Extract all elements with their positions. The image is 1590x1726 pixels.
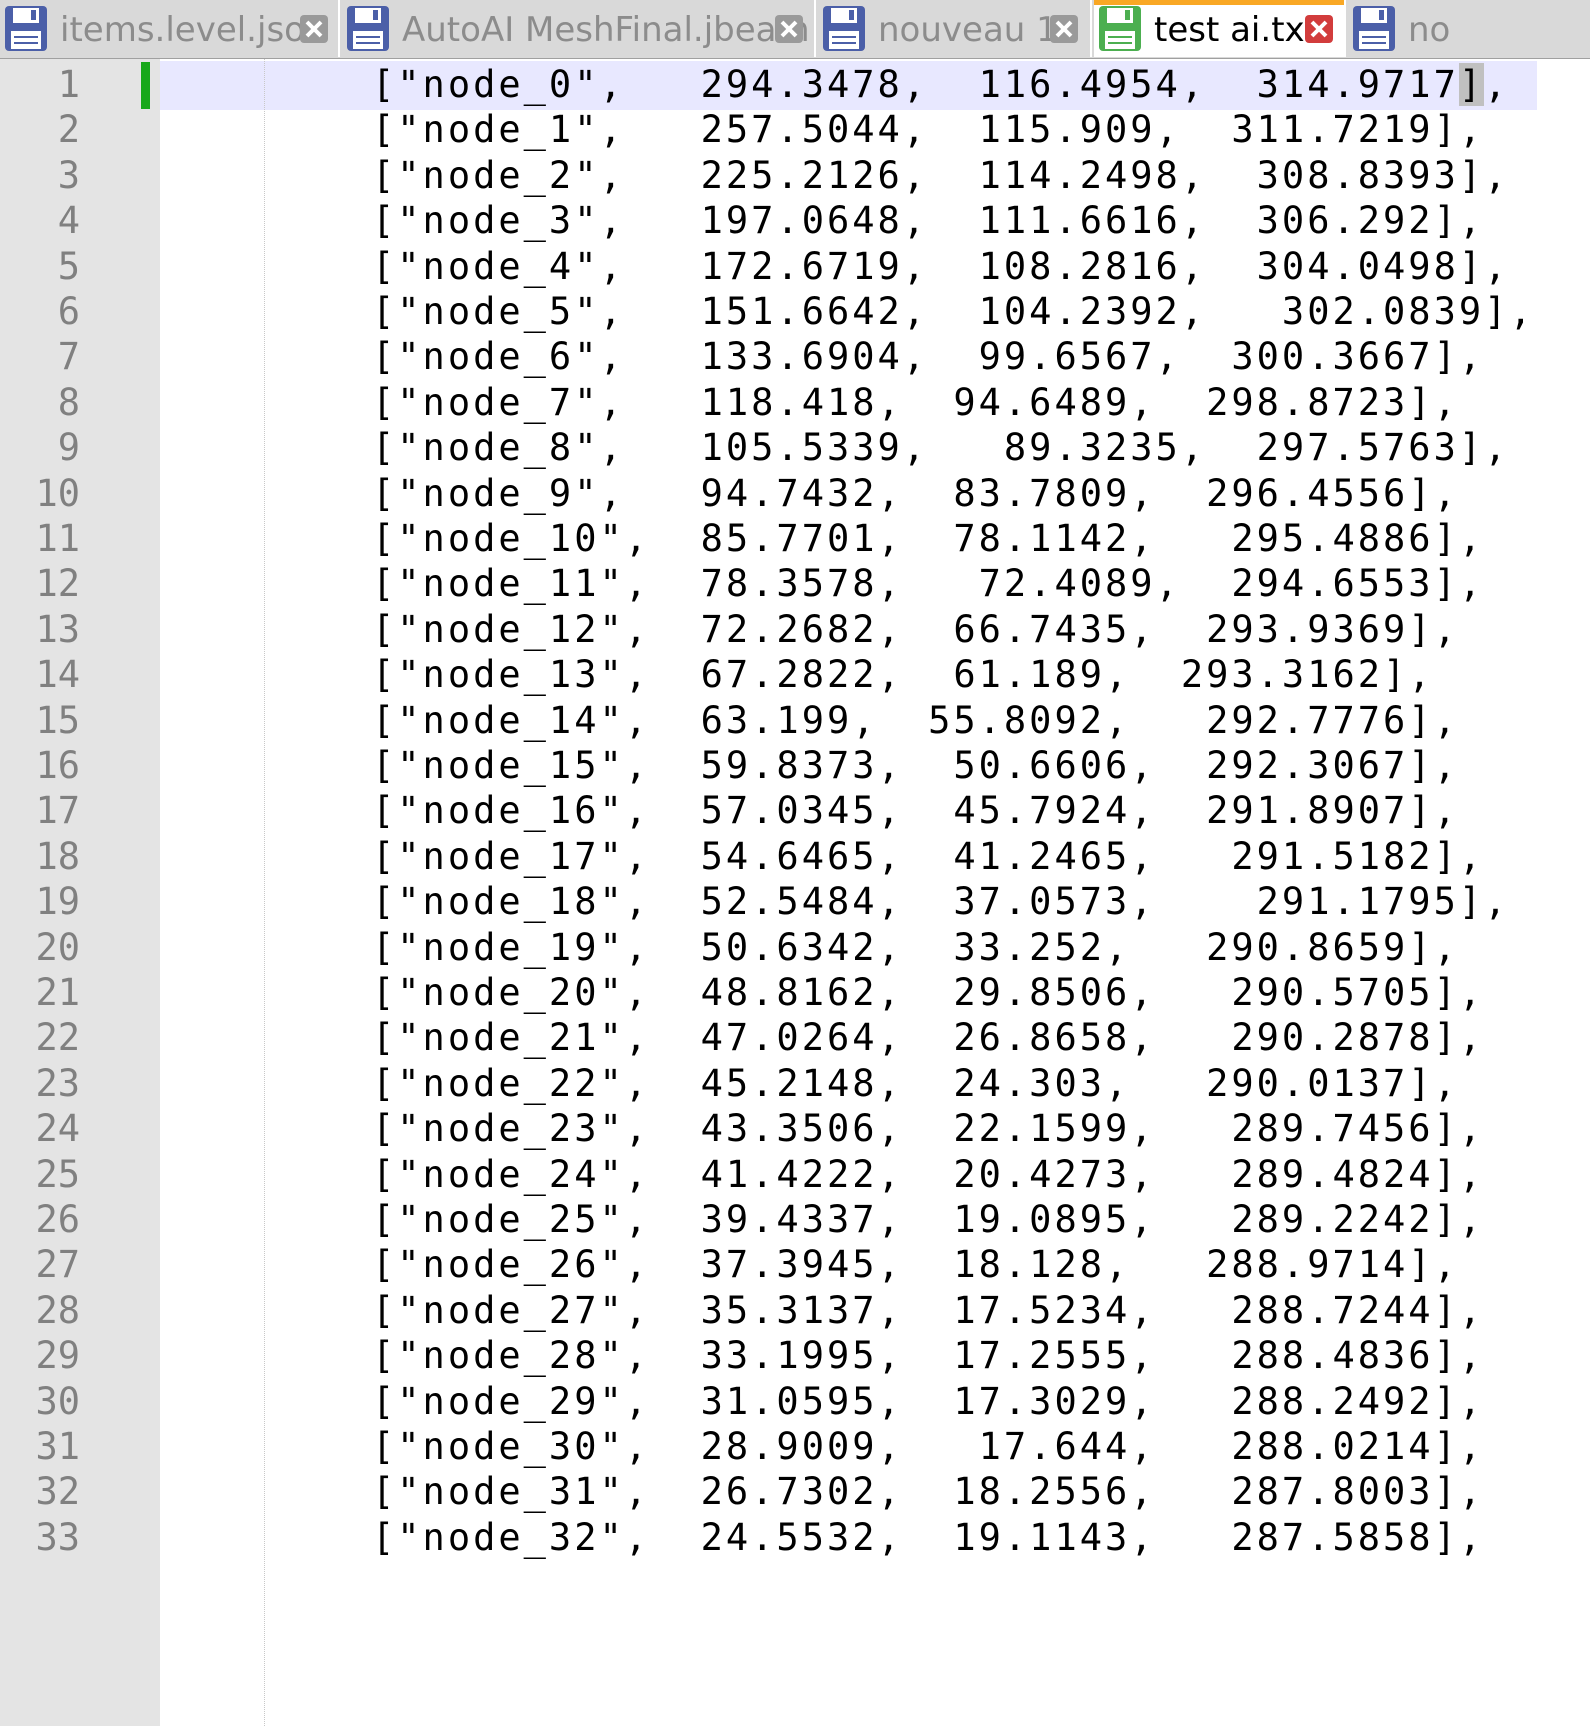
- code-line[interactable]: ["node_3", 197.0648, 111.6616, 306.292],: [372, 196, 1484, 246]
- tab-4[interactable]: test ai.txt: [1094, 0, 1346, 57]
- tab-label: AutoAI MeshFinal.jbeam: [402, 10, 810, 50]
- tab-label: no: [1408, 10, 1451, 50]
- code-line[interactable]: ["node_23", 43.3506, 22.1599, 289.7456],: [372, 1104, 1484, 1154]
- tab-1[interactable]: items.level.json: [0, 0, 340, 57]
- line-number: 11: [35, 517, 80, 560]
- indent-guide: [264, 59, 265, 1726]
- code-line[interactable]: ["node_29", 31.0595, 17.3029, 288.2492],: [372, 1377, 1484, 1427]
- close-tab-icon[interactable]: [1050, 15, 1078, 43]
- line-number: 15: [35, 698, 80, 742]
- code-line[interactable]: ["node_4", 172.6719, 108.2816, 304.0498]…: [372, 242, 1509, 292]
- line-number: 17: [35, 789, 80, 833]
- line-number: 33: [35, 1515, 80, 1559]
- code-line[interactable]: ["node_2", 225.2126, 114.2498, 308.8393]…: [372, 151, 1509, 201]
- line-number: 22: [35, 1016, 80, 1060]
- code-line[interactable]: ["node_27", 35.3137, 17.5234, 288.7244],: [372, 1286, 1484, 1336]
- line-number: 3: [57, 153, 80, 197]
- code-line[interactable]: ["node_26", 37.3945, 18.128, 288.9714],: [372, 1240, 1459, 1290]
- code-line[interactable]: ["node_5", 151.6642, 104.2392, 302.0839]…: [372, 287, 1535, 337]
- close-tab-icon[interactable]: [1305, 15, 1333, 43]
- line-number: 32: [35, 1470, 80, 1514]
- line-number: 6: [57, 290, 80, 333]
- line-number: 29: [35, 1334, 80, 1378]
- line-number: 8: [57, 380, 80, 424]
- line-number: 18: [35, 834, 80, 878]
- code-line[interactable]: ["node_21", 47.0264, 26.8658, 290.2878],: [372, 1013, 1484, 1063]
- code-line[interactable]: ["node_25", 39.4337, 19.0895, 289.2242],: [372, 1195, 1484, 1245]
- line-number: 21: [35, 971, 80, 1014]
- code-line[interactable]: ["node_0", 294.3478, 116.4954, 314.9717]…: [372, 60, 1509, 110]
- code-line[interactable]: ["node_8", 105.5339, 89.3235, 297.5763],: [372, 423, 1509, 473]
- line-number: 14: [35, 653, 80, 697]
- code-line[interactable]: ["node_6", 133.6904, 99.6567, 300.3667],: [372, 332, 1484, 382]
- editor[interactable]: 1 ["node_0", 294.3478, 116.4954, 314.9717…: [0, 59, 1590, 1726]
- code-line[interactable]: ["node_10", 85.7701, 78.1142, 295.4886],: [372, 514, 1484, 564]
- line-number: 27: [35, 1243, 80, 1287]
- code-line[interactable]: ["node_14", 63.199, 55.8092, 292.7776],: [372, 696, 1459, 746]
- code-line[interactable]: ["node_7", 118.418, 94.6489, 298.8723],: [372, 378, 1459, 428]
- line-number: 24: [35, 1107, 80, 1151]
- code-line[interactable]: ["node_12", 72.2682, 66.7435, 293.9369],: [372, 605, 1459, 655]
- code-line[interactable]: ["node_11", 78.3578, 72.4089, 294.6553],: [372, 559, 1484, 609]
- code-line[interactable]: ["node_24", 41.4222, 20.4273, 289.4824],: [372, 1150, 1484, 1200]
- code-line[interactable]: ["node_28", 33.1995, 17.2555, 288.4836],: [372, 1331, 1484, 1381]
- change-history-margin: [140, 59, 160, 1726]
- line-number: 1: [57, 63, 80, 106]
- tab-5[interactable]: no: [1348, 0, 1590, 57]
- line-number: 16: [35, 744, 80, 787]
- line-number: 19: [35, 880, 80, 924]
- code-line[interactable]: ["node_9", 94.7432, 83.7809, 296.4556],: [372, 469, 1459, 519]
- floppy-disk-icon: [4, 5, 48, 52]
- line-number: 30: [35, 1379, 80, 1423]
- line-number: 26: [35, 1198, 80, 1241]
- saved-change-marker: [141, 62, 150, 109]
- line-number: 12: [35, 562, 80, 606]
- tab-label: items.level.json: [60, 10, 327, 50]
- code-line[interactable]: ["node_30", 28.9009, 17.644, 288.0214],: [372, 1422, 1484, 1472]
- line-number: 20: [35, 925, 80, 969]
- line-number: 5: [57, 244, 80, 288]
- tab-3[interactable]: nouveau 1: [818, 0, 1092, 57]
- close-tab-icon[interactable]: [300, 15, 328, 43]
- floppy-disk-icon: [346, 5, 390, 52]
- code-line[interactable]: ["node_1", 257.5044, 115.909, 311.7219],: [372, 105, 1484, 155]
- line-number: 31: [35, 1425, 80, 1468]
- tab-2[interactable]: AutoAI MeshFinal.jbeam: [342, 0, 816, 57]
- tab-label: nouveau 1: [878, 10, 1058, 50]
- floppy-disk-icon: [1098, 5, 1142, 52]
- floppy-disk-icon: [822, 5, 866, 52]
- floppy-disk-icon: [1352, 5, 1396, 52]
- tab-bar: items.level.json AutoAI MeshFinal.jbeam no…: [0, 0, 1590, 59]
- code-line[interactable]: ["node_13", 67.2822, 61.189, 293.3162],: [372, 650, 1434, 700]
- code-line[interactable]: ["node_19", 50.6342, 33.252, 290.8659],: [372, 923, 1459, 973]
- code-line[interactable]: ["node_32", 24.5532, 19.1143, 287.5858],: [372, 1513, 1484, 1563]
- line-number: 13: [35, 607, 80, 651]
- code-line[interactable]: ["node_31", 26.7302, 18.2556, 287.8003],: [372, 1467, 1484, 1517]
- line-number: 4: [57, 199, 80, 243]
- code-line[interactable]: ["node_20", 48.8162, 29.8506, 290.5705],: [372, 968, 1484, 1018]
- code-line[interactable]: ["node_17", 54.6465, 41.2465, 291.5182],: [372, 832, 1484, 882]
- line-number: 28: [35, 1288, 80, 1332]
- matched-brace: ]: [1458, 63, 1485, 106]
- code-line[interactable]: ["node_16", 57.0345, 45.7924, 291.8907],: [372, 786, 1459, 836]
- line-number: 7: [57, 335, 80, 379]
- code-line[interactable]: ["node_22", 45.2148, 24.303, 290.0137],: [372, 1059, 1459, 1109]
- line-number: 10: [35, 471, 80, 515]
- close-tab-icon[interactable]: [775, 15, 803, 43]
- line-number: 23: [35, 1061, 80, 1105]
- line-number: 25: [35, 1152, 80, 1196]
- tab-label: test ai.txt: [1154, 10, 1318, 50]
- line-number: 9: [57, 426, 80, 470]
- code-line[interactable]: ["node_18", 52.5484, 37.0573, 291.1795],: [372, 877, 1509, 927]
- code-line[interactable]: ["node_15", 59.8373, 50.6606, 292.3067],: [372, 741, 1459, 791]
- line-number: 2: [57, 108, 80, 152]
